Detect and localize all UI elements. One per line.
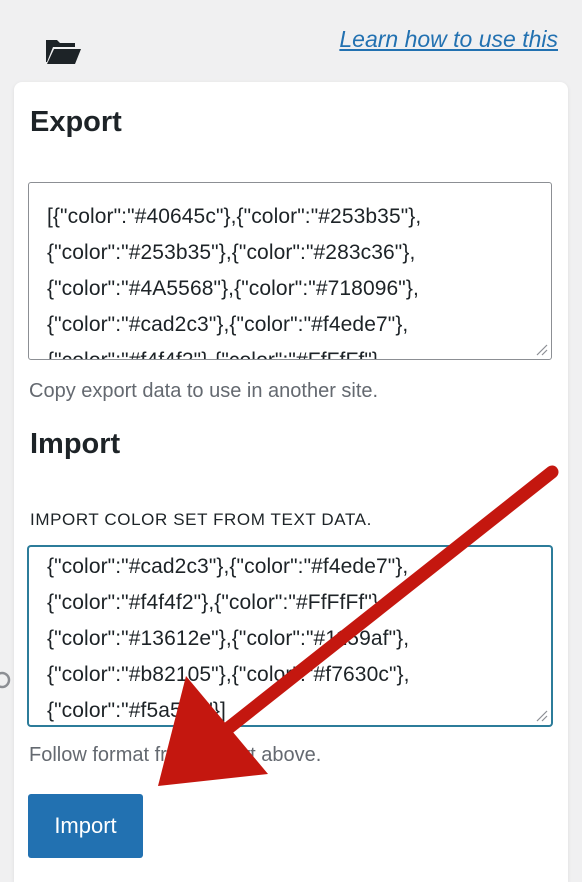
export-line: {"color":"#f4f4f2"},{"color":"#FfFfFf"},: [47, 349, 385, 359]
top-bar: Learn how to use this: [0, 0, 582, 82]
import-help-text: Follow format from export above.: [29, 744, 322, 766]
import-line: {"color":"#b82105"},{"color":"#f7630c"},: [47, 663, 410, 686]
import-textarea[interactable]: {"color":"#cad2c3"},{"color":"#f4ede7"},…: [28, 546, 552, 726]
resize-handle-icon[interactable]: [535, 709, 548, 722]
export-textarea[interactable]: [{"color":"#40645c"},{"color":"#253b35"}…: [28, 182, 552, 360]
import-line: {"color":"#13612e"},{"color":"#1159af"},: [47, 627, 410, 650]
export-line: {"color":"#cad2c3"},{"color":"#f4ede7"},: [47, 313, 409, 336]
import-export-panel: Export [{"color":"#40645c"},{"color":"#2…: [14, 82, 568, 882]
help-link[interactable]: Learn how to use this: [339, 26, 558, 53]
import-field-label: IMPORT COLOR SET FROM TEXT DATA.: [30, 510, 372, 529]
resize-handle-icon[interactable]: [535, 343, 548, 356]
import-line: {"color":"#f5a524"}]: [47, 699, 226, 722]
export-line: [{"color":"#40645c"},{"color":"#253b35"}…: [47, 205, 422, 228]
import-line: {"color":"#f4f4f2"},{"color":"#FfFfFf"},: [47, 591, 385, 614]
import-line: {"color":"#cad2c3"},{"color":"#f4ede7"},: [47, 555, 409, 578]
export-help-text: Copy export data to use in another site.: [29, 380, 379, 402]
import-heading: Import: [30, 428, 121, 460]
export-line: {"color":"#4A5568"},{"color":"#718096"},: [47, 277, 419, 300]
export-heading: Export: [30, 106, 122, 138]
folder-open-icon[interactable]: [44, 36, 82, 66]
export-line: {"color":"#253b35"},{"color":"#283c36"},: [47, 241, 416, 264]
import-button[interactable]: Import: [28, 794, 143, 858]
